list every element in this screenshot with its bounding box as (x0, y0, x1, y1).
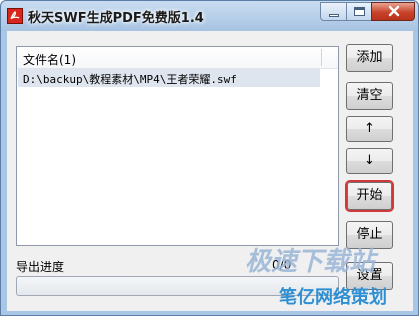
watermark-text-tagline: 笔亿网络策划 (279, 287, 387, 308)
close-icon (387, 3, 401, 23)
add-button[interactable]: 添加 (346, 44, 393, 72)
watermark: 极速下载站 笔亿网络策划 (245, 241, 415, 315)
move-up-button[interactable]: ↑ (346, 116, 393, 142)
progress-label: 导出进度 (16, 260, 65, 274)
clear-button[interactable]: 清空 (346, 82, 393, 110)
list-item[interactable]: D:\backup\教程素材\MP4\王者荣耀.swf (18, 69, 320, 87)
minimize-icon (329, 14, 339, 17)
column-separator[interactable] (321, 49, 322, 66)
column-header-filename[interactable]: 文件名(1) (23, 51, 76, 68)
list-header: 文件名(1) (17, 47, 338, 69)
file-path: D:\backup\教程素材\MP4\王者荣耀.swf (23, 73, 237, 86)
move-down-button[interactable]: ↓ (346, 148, 393, 174)
title-bar[interactable]: 秋天SWF生成PDF免费版1.4 (1, 1, 418, 31)
window-title: 秋天SWF生成PDF免费版1.4 (28, 11, 204, 26)
maximize-icon (354, 7, 365, 16)
app-window: 秋天SWF生成PDF免费版1.4 文件名(1) D:\backup\教程素材\M… (0, 0, 419, 316)
pdf-app-icon (7, 8, 23, 24)
minimize-button[interactable] (320, 2, 347, 21)
file-list[interactable]: 文件名(1) D:\backup\教程素材\MP4\王者荣耀.swf (16, 46, 339, 246)
close-button[interactable] (371, 2, 415, 21)
start-button[interactable]: 开始 (347, 182, 392, 210)
watermark-text-site: 极速下载站 (245, 247, 376, 277)
maximize-button[interactable] (346, 2, 372, 21)
